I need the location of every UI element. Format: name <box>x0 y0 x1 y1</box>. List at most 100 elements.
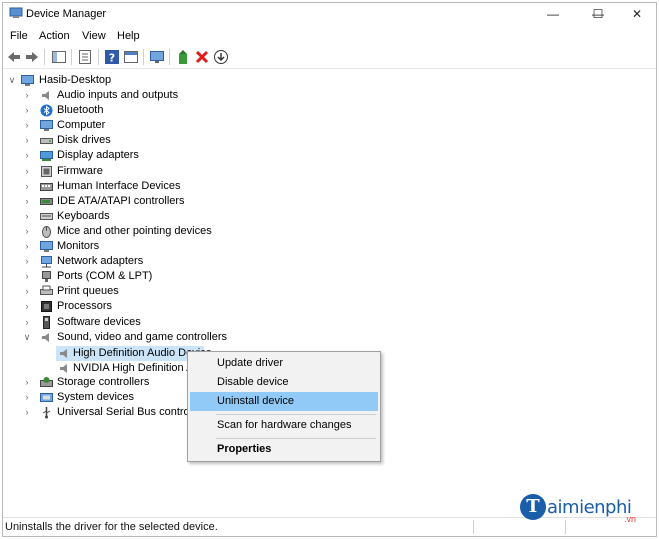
expand-icon[interactable]: › <box>22 254 32 269</box>
uninstall-icon[interactable] <box>194 49 210 65</box>
printer-icon <box>40 285 53 296</box>
tree-category-human-interface-devices[interactable]: › Human Interface Devices <box>3 179 303 194</box>
speaker-icon <box>42 332 49 342</box>
tree-root[interactable]: ∨ Hasib-Desktop <box>3 73 303 88</box>
display-adapter-icon <box>40 151 53 162</box>
tree-category-label: IDE ATA/ATAPI controllers <box>57 194 185 207</box>
expand-icon[interactable]: › <box>22 133 32 148</box>
expand-icon[interactable]: › <box>22 103 32 118</box>
minimize-button-2[interactable]: — <box>531 3 575 25</box>
tree-category-label: Ports (COM & LPT) <box>57 270 153 283</box>
tree-category-sound-video-and-game-controllers[interactable]: ∨ Sound, video and game controllers <box>3 330 303 345</box>
context-menu: Update driver Disable device Uninstall d… <box>187 351 381 462</box>
expand-icon[interactable]: › <box>22 148 32 163</box>
back-icon[interactable] <box>6 49 22 65</box>
tree-category-display-adapters[interactable]: › Display adapters <box>3 148 303 163</box>
tree-category-software-devices[interactable]: › Software devices <box>3 315 303 330</box>
computer-icon <box>40 120 53 132</box>
help-icon[interactable]: ? <box>104 49 120 65</box>
usb-icon <box>42 407 51 419</box>
expand-icon[interactable]: › <box>22 269 32 284</box>
expand-icon[interactable]: › <box>22 194 32 209</box>
expand-icon[interactable]: › <box>22 405 32 420</box>
monitor-icon[interactable] <box>149 49 165 65</box>
menu-action[interactable]: Action <box>39 30 70 42</box>
tree-category-label: Storage controllers <box>57 375 150 388</box>
watermark-logo: T <box>520 494 546 520</box>
expand-icon[interactable]: › <box>22 179 32 194</box>
tree-category-firmware[interactable]: › Firmware <box>3 164 303 179</box>
tree-category-label: Keyboards <box>57 209 110 222</box>
window-title: Device Manager <box>26 8 107 20</box>
expand-icon[interactable]: › <box>22 390 32 405</box>
speaker-icon <box>60 349 67 358</box>
tree-category-network-adapters[interactable]: › Network adapters <box>3 254 303 269</box>
expand-icon[interactable]: › <box>22 284 32 299</box>
tree-category-keyboards[interactable]: › Keyboards <box>3 209 303 224</box>
tree-category-bluetooth[interactable]: › Bluetooth <box>3 103 303 118</box>
tree-category-processors[interactable]: › Processors <box>3 299 303 314</box>
menu-help[interactable]: Help <box>117 30 140 42</box>
device-manager-app-icon <box>9 7 23 18</box>
toolbar: ? <box>3 46 656 69</box>
firmware-icon <box>41 165 52 177</box>
expand-icon[interactable]: › <box>22 88 32 103</box>
expand-icon[interactable]: › <box>22 375 32 390</box>
maximize-icon: ☐ <box>592 7 604 21</box>
hid-icon <box>40 182 53 191</box>
expand-icon[interactable]: › <box>22 209 32 224</box>
port-icon <box>42 271 51 283</box>
menu-file[interactable]: File <box>10 30 28 42</box>
tree-category-ports-com-lpt[interactable]: › Ports (COM & LPT) <box>3 269 303 284</box>
tree-category-label: Processors <box>57 300 113 313</box>
forward-icon[interactable] <box>24 49 40 65</box>
console-icon[interactable] <box>123 49 139 65</box>
menu-view[interactable]: View <box>82 30 106 42</box>
tree-category-label: System devices <box>57 391 135 403</box>
expand-icon[interactable]: › <box>22 299 32 314</box>
expand-icon[interactable]: › <box>22 118 32 133</box>
expand-icon[interactable]: › <box>22 239 32 254</box>
collapse-icon[interactable]: ∨ <box>7 73 17 88</box>
context-item-update-driver[interactable]: Update driver <box>190 354 378 373</box>
show-hide-console-tree-icon[interactable] <box>51 49 67 65</box>
context-item-properties[interactable]: Properties <box>190 440 378 459</box>
properties-icon[interactable] <box>77 49 93 65</box>
menu-bar: File Action View Help <box>3 26 656 46</box>
tree-category-print-queues[interactable]: › Print queues <box>3 284 303 299</box>
tree-category-label: Bluetooth <box>57 104 104 117</box>
tree-category-audio-inputs-and-outputs[interactable]: › Audio inputs and outputs <box>3 88 303 103</box>
speaker-icon <box>42 91 49 100</box>
tree-category-label: Disk drives <box>57 134 111 147</box>
svg-text:?: ? <box>109 52 115 65</box>
update-driver-icon[interactable] <box>175 49 191 65</box>
collapse-icon[interactable]: ∨ <box>22 330 32 345</box>
maximize-button[interactable]: ☐ <box>576 3 620 25</box>
mouse-icon <box>42 225 51 238</box>
network-adapter-icon <box>41 256 52 268</box>
expand-icon[interactable]: › <box>22 315 32 330</box>
context-item-scan-hardware[interactable]: Scan for hardware changes <box>190 416 378 435</box>
tree-category-mice-and-other-pointing-devices[interactable]: › Mice and other pointing devices <box>3 224 303 239</box>
tree-category-label: Mice and other pointing devices <box>57 224 212 237</box>
context-item-disable-device[interactable]: Disable device <box>190 373 378 392</box>
watermark: T aimienphi .vn <box>520 494 650 524</box>
watermark-suffix: .vn <box>624 514 637 524</box>
bluetooth-icon <box>40 104 53 117</box>
minimize-icon: — <box>547 7 559 21</box>
tree-category-disk-drives[interactable]: › Disk drives <box>3 133 303 148</box>
disk-drive-icon <box>40 138 53 145</box>
tree-category-ide-ata-atapi-controllers[interactable]: › IDE ATA/ATAPI controllers <box>3 194 303 209</box>
expand-icon[interactable]: › <box>22 164 32 179</box>
speaker-icon <box>60 364 67 373</box>
expand-icon[interactable]: › <box>22 224 32 239</box>
close-button[interactable]: ✕ <box>615 3 659 25</box>
storage-controller-icon <box>40 376 53 387</box>
scan-hardware-icon[interactable] <box>213 49 229 65</box>
processor-icon <box>41 301 52 313</box>
status-text: Uninstalls the driver for the selected d… <box>5 521 218 533</box>
context-item-uninstall-device[interactable]: Uninstall device <box>190 392 378 411</box>
tree-category-computer[interactable]: › Computer <box>3 118 303 133</box>
tree-category-monitors[interactable]: › Monitors <box>3 239 303 254</box>
tree-category-label: Monitors <box>57 240 100 252</box>
